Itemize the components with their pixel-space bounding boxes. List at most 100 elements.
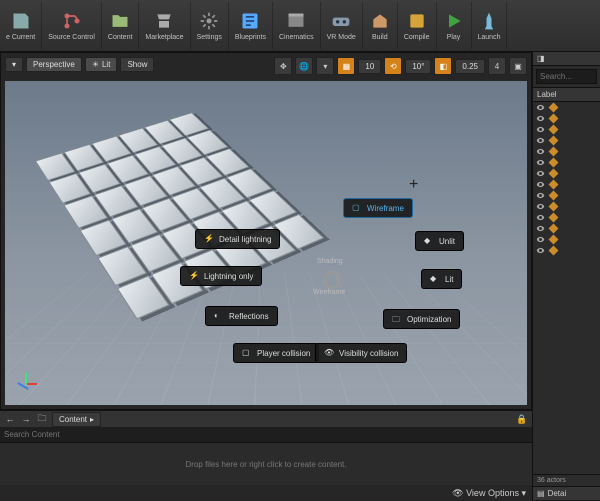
toolbar-build-button[interactable]: Build xyxy=(363,2,398,49)
actor-type-icon xyxy=(549,158,559,168)
radial-item-label: Optimization xyxy=(407,315,451,324)
content-lock-icon[interactable]: 🔒 xyxy=(516,413,528,425)
outliner-row[interactable] xyxy=(533,234,600,245)
visibility-eye-icon[interactable] xyxy=(536,147,545,156)
content-toolbar: ← → 🗀 Content ▸ 🔒 xyxy=(0,411,532,427)
rotation-snap-value[interactable]: 10° xyxy=(405,59,431,74)
radial-item-label: Reflections xyxy=(229,312,269,321)
outliner-row[interactable] xyxy=(533,190,600,201)
viewport-menu-dropdown[interactable]: ▾ xyxy=(5,57,23,72)
toolbar-vr-button[interactable]: VR Mode xyxy=(321,2,363,49)
visibility-eye-icon[interactable] xyxy=(536,114,545,123)
grid-snap-toggle[interactable]: ▦ xyxy=(337,57,355,75)
toolbar-content-button[interactable]: Content xyxy=(102,2,140,49)
outliner-row[interactable] xyxy=(533,245,600,256)
visibility-eye-icon[interactable] xyxy=(536,103,545,112)
outliner-row[interactable] xyxy=(533,135,600,146)
content-back-button[interactable]: ← xyxy=(4,413,16,425)
outliner-list[interactable] xyxy=(533,102,600,474)
visibility-eye-icon[interactable] xyxy=(536,136,545,145)
visibility-eye-icon[interactable] xyxy=(536,246,545,255)
visibility-eye-icon[interactable] xyxy=(536,191,545,200)
actor-type-icon xyxy=(549,235,559,245)
content-search-input[interactable] xyxy=(0,427,532,442)
toolbar-blueprint-button[interactable]: Blueprints xyxy=(229,2,273,49)
visibility-eye-icon[interactable] xyxy=(536,169,545,178)
toolbar-play-button[interactable]: Play xyxy=(437,2,472,49)
outliner-row[interactable] xyxy=(533,113,600,124)
radial-item-label: Unlit xyxy=(439,237,455,246)
view-options-button[interactable]: 👁 View Options ▾ xyxy=(452,488,526,499)
radial-lit[interactable]: ◆Lit xyxy=(421,269,462,289)
toolbar-save-button[interactable]: e Current xyxy=(0,2,42,49)
market-icon xyxy=(153,10,175,32)
camera-speed[interactable]: 4 xyxy=(488,57,506,75)
visibility-eye-icon[interactable] xyxy=(536,158,545,167)
visibility-eye-icon[interactable] xyxy=(536,202,545,211)
world-outliner-panel: ◨ Label 36 actors ▤ Detai xyxy=(532,52,600,500)
visibility-eye-icon[interactable] xyxy=(536,180,545,189)
radial-unlit[interactable]: ◆Unlit xyxy=(415,231,464,251)
content-footer: 👁 View Options ▾ xyxy=(0,485,532,501)
outliner-row[interactable] xyxy=(533,168,600,179)
outliner-column-header[interactable]: Label xyxy=(533,87,600,102)
toolbar-label: Content xyxy=(108,34,133,41)
radial-wireframe[interactable]: ▢Wireframe xyxy=(343,198,413,218)
eye-icon: 👁 xyxy=(324,348,334,358)
radial-visibility-collision[interactable]: 👁Visibility collision xyxy=(315,343,407,363)
outliner-row[interactable] xyxy=(533,157,600,168)
toolbar-settings-button[interactable]: Settings xyxy=(191,2,229,49)
outliner-row[interactable] xyxy=(533,179,600,190)
scale-snap-value[interactable]: 0.25 xyxy=(455,59,485,74)
content-icon xyxy=(109,10,131,32)
surface-snap-toggle[interactable]: ▾ xyxy=(316,57,334,75)
build-icon xyxy=(369,10,391,32)
folder-icon: 🗀 xyxy=(392,314,402,324)
lit-dropdown[interactable]: ☀ Lit xyxy=(85,57,118,72)
radial-item-label: Lightning only xyxy=(204,272,253,281)
details-panel-header[interactable]: ▤ Detai xyxy=(533,486,600,500)
box-icon: ▢ xyxy=(242,348,252,358)
viewport-maximize[interactable]: ▣ xyxy=(509,57,527,75)
content-breadcrumb[interactable]: Content ▸ xyxy=(52,412,101,427)
outliner-search-input[interactable] xyxy=(536,69,597,84)
visibility-eye-icon[interactable] xyxy=(536,213,545,222)
toolbar-label: Launch xyxy=(478,34,501,41)
rotation-snap-toggle[interactable]: ⟲ xyxy=(384,57,402,75)
content-forward-button[interactable]: → xyxy=(20,413,32,425)
grid-snap-value[interactable]: 10 xyxy=(358,59,381,74)
play-icon xyxy=(443,10,465,32)
perspective-dropdown[interactable]: Perspective xyxy=(26,57,82,72)
actor-type-icon xyxy=(549,147,559,157)
radial-reflections[interactable]: ◐Reflections xyxy=(205,306,278,326)
content-folder-icon[interactable]: 🗀 xyxy=(36,413,48,425)
outliner-row[interactable] xyxy=(533,102,600,113)
outliner-row[interactable] xyxy=(533,124,600,135)
radial-item-label: Lit xyxy=(445,275,453,284)
toolbar-source-button[interactable]: Source Control xyxy=(42,2,102,49)
radial-player-collision[interactable]: ▢Player collision xyxy=(233,343,319,363)
show-dropdown[interactable]: Show xyxy=(120,57,154,72)
coord-space-toggle[interactable]: 🌐 xyxy=(295,57,313,75)
radial-lightning-only[interactable]: ⚡Lightning only xyxy=(180,266,262,286)
visibility-eye-icon[interactable] xyxy=(536,224,545,233)
launch-icon xyxy=(478,10,500,32)
visibility-eye-icon[interactable] xyxy=(536,235,545,244)
toolbar-label: Source Control xyxy=(48,34,95,41)
transform-tool[interactable]: ✥ xyxy=(274,57,292,75)
toolbar-compile-button[interactable]: Compile xyxy=(398,2,437,49)
visibility-eye-icon[interactable] xyxy=(536,125,545,134)
toolbar-cinema-button[interactable]: Cinematics xyxy=(273,2,321,49)
outliner-row[interactable] xyxy=(533,212,600,223)
outliner-row[interactable] xyxy=(533,201,600,212)
toolbar-launch-button[interactable]: Launch xyxy=(472,2,508,49)
viewport-3d[interactable]: + Shading Wireframe ⚡Detail lightning⚡Li… xyxy=(5,81,527,405)
radial-item-label: Wireframe xyxy=(367,204,404,213)
toolbar-market-button[interactable]: Marketplace xyxy=(139,2,190,49)
scale-snap-toggle[interactable]: ◧ xyxy=(434,57,452,75)
radial-optimization[interactable]: 🗀 Optimization xyxy=(383,309,460,329)
radial-detail-lightning[interactable]: ⚡Detail lightning xyxy=(195,229,280,249)
content-empty-message[interactable]: Drop files here or right click to create… xyxy=(0,443,532,485)
outliner-row[interactable] xyxy=(533,146,600,157)
outliner-row[interactable] xyxy=(533,223,600,234)
